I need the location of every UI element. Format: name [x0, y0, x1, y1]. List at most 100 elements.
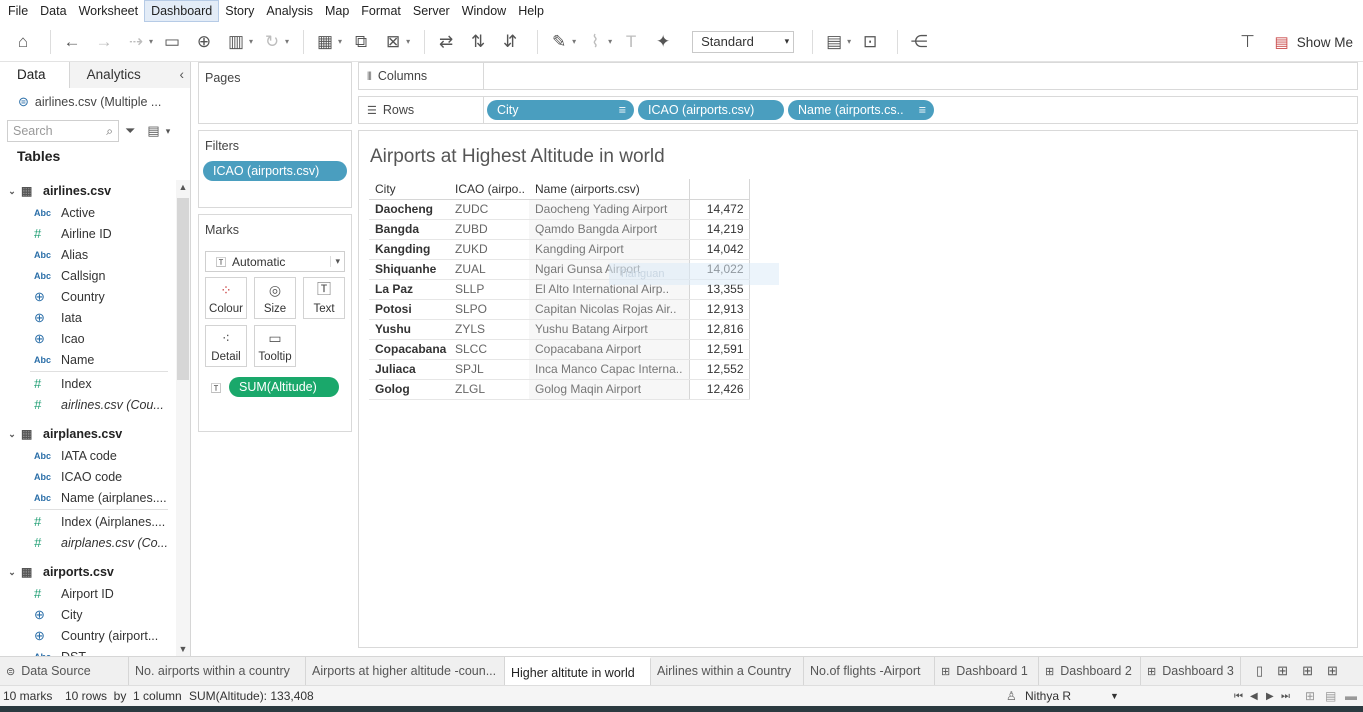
header-city[interactable]: City [369, 179, 449, 200]
field-item[interactable]: Abc ICAO code [0, 466, 176, 487]
save-icon[interactable]: ▭ [159, 29, 185, 55]
menu-worksheet[interactable]: Worksheet [73, 0, 145, 22]
header-icao[interactable]: ICAO (airpo.. [449, 179, 529, 200]
filter-icon[interactable]: ⏷ [125, 123, 135, 139]
cell-icao[interactable]: SLLP [449, 279, 529, 300]
field-item[interactable]: Abc Active [0, 202, 176, 223]
cell-city[interactable]: Kangding [369, 239, 449, 260]
table-row[interactable]: Kangding ZUKD Kangding Airport 14,042 [369, 239, 750, 260]
clear-sheet-icon[interactable]: ⊠ [380, 29, 406, 55]
user-name[interactable]: Nithya R [1025, 689, 1071, 703]
sort-ascending-icon[interactable]: ⇅ [465, 29, 491, 55]
chevron-down-icon[interactable]: ⌄ [3, 429, 21, 440]
new-story-icon[interactable]: ▯ [1256, 663, 1263, 679]
cell-name[interactable]: Qamdo Bangda Airport [529, 219, 689, 240]
cell-city[interactable]: Golog [369, 379, 449, 400]
chevron-down-icon[interactable]: ▾ [847, 37, 851, 46]
chevron-down-icon[interactable]: ▼ [1110, 691, 1119, 701]
sheet-tab[interactable]: ⊜ Data Source [0, 657, 129, 685]
cell-name[interactable]: Daocheng Yading Airport [529, 199, 689, 220]
chevron-down-icon[interactable]: ▾ [608, 37, 612, 46]
cell-name[interactable]: Capitan Nicolas Rojas Air.. [529, 299, 689, 320]
presentation-mode-icon[interactable]: ⊡ [857, 29, 883, 55]
table-row[interactable]: Potosi SLPO Capitan Nicolas Rojas Air.. 12,… [369, 299, 750, 320]
field-item[interactable]: # Airport ID [0, 583, 176, 604]
collapse-icon[interactable]: ‹ [180, 62, 185, 88]
home-icon[interactable]: ⌂ [10, 29, 36, 55]
new-story-tab-icon[interactable]: ⊞ [1327, 663, 1338, 679]
cell-altitude[interactable]: 14,472 [688, 199, 750, 220]
redo-icon[interactable]: → [91, 29, 117, 55]
pages-card[interactable]: Pages [198, 62, 352, 124]
row-pill-icao[interactable]: ICAO (airports.csv) [638, 100, 784, 120]
cell-icao[interactable]: SPJL [449, 359, 529, 380]
cell-icao[interactable]: ZUDC [449, 199, 529, 220]
field-list-scrollbar[interactable]: ▲ ▼ [176, 180, 190, 656]
view-list-icon[interactable]: ▤ [147, 123, 159, 139]
table-row[interactable]: Yushu ZYLS Yushu Batang Airport 12,816 [369, 319, 750, 340]
cell-icao[interactable]: ZUKD [449, 239, 529, 260]
last-sheet-icon[interactable]: ⏭ [1281, 691, 1290, 702]
search-input[interactable]: Search ⌕ [7, 120, 119, 142]
sheet-tab[interactable]: No.of flights -Airport [804, 657, 935, 685]
cell-altitude[interactable]: 14,219 [688, 219, 750, 240]
tab-analytics[interactable]: Analytics ‹ [69, 62, 190, 88]
first-sheet-icon[interactable]: ⏮ [1234, 691, 1243, 702]
chevron-down-icon[interactable]: ▾ [285, 37, 289, 46]
menu-analysis[interactable]: Analysis [260, 0, 319, 22]
pause-datasource-icon[interactable]: ▥ [223, 29, 249, 55]
field-item[interactable]: ⊕ Country (airport... [0, 625, 176, 646]
field-item[interactable]: # Index [0, 373, 176, 394]
table-row[interactable]: Bangda ZUBD Qamdo Bangda Airport 14,219 [369, 219, 750, 240]
colour-button[interactable]: ⁘ Colour [205, 277, 247, 319]
table-group[interactable]: ⌄ ▦ airports.csv [0, 561, 176, 583]
fix-axes-icon[interactable]: ✦ [650, 29, 676, 55]
menu-story[interactable]: Story [219, 0, 260, 22]
field-item[interactable]: ⊕ Country [0, 286, 176, 307]
menu-help[interactable]: Help [512, 0, 550, 22]
cell-city[interactable]: Copacabana [369, 339, 449, 360]
sheet-tab[interactable]: Airlines within a Country [651, 657, 804, 685]
field-item[interactable]: # airlines.csv (Cou... [0, 394, 176, 415]
row-pill-name[interactable]: Name (airports.cs.. ≡ [788, 100, 934, 120]
table-row[interactable]: Copacabana SLCC Copacabana Airport 12,591 [369, 339, 750, 360]
cell-name[interactable]: Inca Manco Capac Interna.. [529, 359, 689, 380]
field-item[interactable]: # Index (Airplanes.... [0, 511, 176, 532]
field-item[interactable]: ⊕ Iata [0, 307, 176, 328]
filmstrip-icon[interactable]: ▤ [1325, 689, 1336, 703]
new-datasource-icon[interactable]: ⊕ [191, 29, 217, 55]
tab-data[interactable]: Data [0, 62, 70, 88]
menu-data[interactable]: Data [34, 0, 72, 22]
menu-server[interactable]: Server [407, 0, 456, 22]
field-item[interactable]: ⊕ City [0, 604, 176, 625]
cell-altitude[interactable]: 12,426 [688, 379, 750, 400]
chevron-down-icon[interactable]: ▾ [249, 37, 253, 46]
header-name[interactable]: Name (airports.csv) [529, 179, 689, 200]
chevron-down-icon[interactable]: ▾ [572, 37, 576, 46]
cell-city[interactable]: Bangda [369, 219, 449, 240]
field-item[interactable]: Abc Alias [0, 244, 176, 265]
fit-dropdown[interactable]: Standard ▾ [692, 30, 795, 53]
sheet-sorter-icon[interactable]: ⊞ [1305, 689, 1315, 703]
menu-dashboard[interactable]: Dashboard [144, 0, 220, 22]
replay-icon[interactable]: ⇢ [123, 29, 149, 55]
sheet-tab[interactable]: Higher altitute in world [505, 657, 651, 685]
field-item[interactable]: # Airline ID [0, 223, 176, 244]
share-icon[interactable]: ⋲ [906, 29, 932, 55]
rows-shelf[interactable]: ☰ Rows City ≡ ICAO (airports.csv) Name (ai… [358, 96, 1358, 124]
cell-altitude[interactable]: 12,552 [688, 359, 750, 380]
detail-button[interactable]: ⁖ Detail [205, 325, 247, 367]
show-me-button[interactable]: Show Me [1297, 35, 1353, 50]
chevron-down-icon[interactable]: ▾ [166, 126, 171, 137]
worksheet-view[interactable]: Airports at Highest Altitude in world Ci… [358, 130, 1358, 648]
sheet-tab[interactable]: ⊞ Dashboard 1 [935, 657, 1039, 685]
menu-window[interactable]: Window [456, 0, 512, 22]
marks-pill-sum-altitude[interactable]: SUM(Altitude) [229, 377, 339, 397]
text-button[interactable]: 🅃 Text [303, 277, 345, 319]
menu-format[interactable]: Format [355, 0, 407, 22]
table-row[interactable]: Juliaca SPJL Inca Manco Capac Interna.. 12,… [369, 359, 750, 380]
sheet-tab[interactable]: ⊞ Dashboard 2 [1039, 657, 1141, 685]
filters-card[interactable]: Filters ICAO (airports.csv) [198, 130, 352, 208]
sheet-tab[interactable]: ⊞ Dashboard 3 [1141, 657, 1241, 685]
cell-name[interactable]: Kangding Airport [529, 239, 689, 260]
